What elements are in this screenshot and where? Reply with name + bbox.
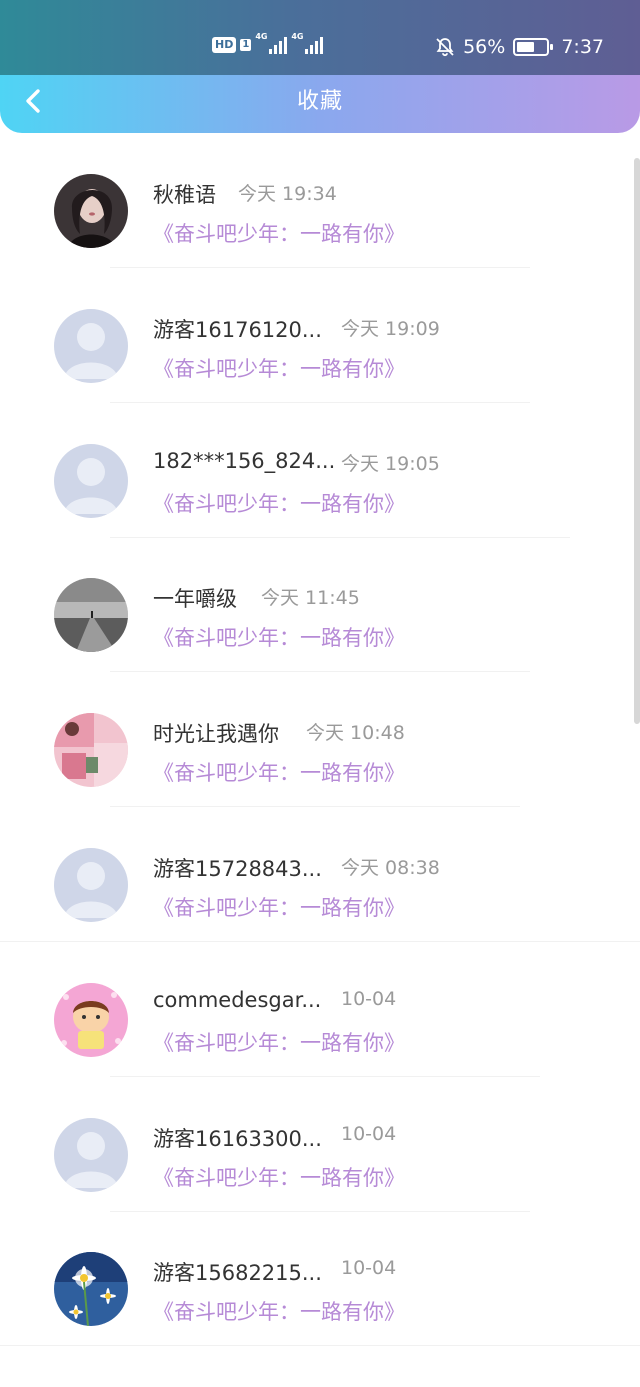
show-title: 《奋斗吧少年：一路有你》 xyxy=(153,626,405,651)
sim-badge: 1 xyxy=(240,39,252,51)
favorites-list: 秋稚语 今天 19:34 《奋斗吧少年：一路有你》 游客16176120... … xyxy=(0,148,640,1361)
default-avatar-icon xyxy=(64,1131,118,1188)
avatar xyxy=(54,308,128,383)
list-item[interactable]: 182***156_824... 今天 19:05 《奋斗吧少年：一路有你》 xyxy=(0,418,640,553)
show-title: 《奋斗吧少年：一路有你》 xyxy=(153,356,405,381)
list-item[interactable]: 游客16176120... 今天 19:09 《奋斗吧少年：一路有你》 xyxy=(0,283,640,418)
show-title: 《奋斗吧少年：一路有你》 xyxy=(153,1300,405,1325)
user-name: 游客16163300... xyxy=(153,1126,322,1151)
timestamp: 10-04 xyxy=(341,1257,397,1280)
list-item[interactable]: 一年嚼级 今天 11:45 《奋斗吧少年：一路有你》 xyxy=(0,552,640,687)
divider xyxy=(110,401,530,403)
user-name: 游客15682215... xyxy=(153,1261,322,1286)
show-title: 《奋斗吧少年：一路有你》 xyxy=(153,491,405,516)
user-name: commedesgar... xyxy=(153,987,322,1012)
list-item[interactable]: 游客15682215... 10-04 《奋斗吧少年：一路有你》 xyxy=(0,1226,640,1361)
bell-off-icon xyxy=(436,38,454,57)
default-avatar-icon xyxy=(64,457,118,514)
avatar xyxy=(54,1252,128,1327)
user-name: 秋稚语 xyxy=(153,183,216,207)
default-avatar-icon xyxy=(64,322,118,379)
divider xyxy=(0,1345,640,1347)
battery-percent: 56% xyxy=(463,36,506,58)
timestamp: 10-04 xyxy=(341,1122,397,1145)
list-item[interactable]: 游客16163300... 10-04 《奋斗吧少年：一路有你》 xyxy=(0,1092,640,1227)
status-system: 56% 7:37 xyxy=(435,36,604,58)
show-title: 《奋斗吧少年：一路有你》 xyxy=(153,1030,405,1055)
user-name: 时光让我遇你 xyxy=(153,722,279,747)
divider xyxy=(110,671,530,673)
user-name: 一年嚼级 xyxy=(153,587,237,612)
list-item[interactable]: 时光让我遇你 今天 10:48 《奋斗吧少年：一路有你》 xyxy=(0,687,640,822)
user-name: 游客15728843... xyxy=(153,856,322,881)
avatar xyxy=(54,1117,128,1192)
avatar xyxy=(54,847,128,922)
divider xyxy=(110,1075,540,1077)
timestamp: 今天 11:45 xyxy=(261,587,360,610)
list-item[interactable]: 游客15728843... 今天 08:38 《奋斗吧少年：一路有你》 xyxy=(0,822,640,957)
timestamp: 今天 19:09 xyxy=(341,317,440,340)
show-title: 《奋斗吧少年：一路有你》 xyxy=(153,895,405,920)
divider xyxy=(110,806,520,808)
avatar xyxy=(54,443,128,518)
timestamp: 10-04 xyxy=(341,987,397,1010)
default-avatar-icon xyxy=(64,861,118,918)
status-network: HD 1 4G 4G xyxy=(212,32,324,54)
avatar xyxy=(54,578,128,653)
avatar xyxy=(54,982,128,1057)
user-name: 游客16176120... xyxy=(153,317,322,342)
network-type-label: 4G xyxy=(291,32,304,41)
show-title: 《奋斗吧少年：一路有你》 xyxy=(153,222,405,246)
network-type-label: 4G xyxy=(255,32,268,41)
divider xyxy=(0,940,640,942)
list-item[interactable]: 秋稚语 今天 19:34 《奋斗吧少年：一路有你》 xyxy=(0,148,640,283)
divider xyxy=(110,536,570,538)
page-title: 收藏 xyxy=(296,89,343,114)
timestamp: 今天 10:48 xyxy=(306,722,405,745)
list-item[interactable]: commedesgar... 10-04 《奋斗吧少年：一路有你》 xyxy=(0,957,640,1092)
user-name: 182***156_824... xyxy=(153,448,336,473)
scrollbar[interactable] xyxy=(634,158,640,724)
timestamp: 今天 19:05 xyxy=(341,452,440,475)
status-bar: HD 1 4G 4G 56% 7:37 xyxy=(0,0,640,75)
show-title: 《奋斗吧少年：一路有你》 xyxy=(153,1165,405,1190)
hd-badge: HD xyxy=(212,37,237,53)
avatar xyxy=(54,174,128,248)
header-bar: 收藏 xyxy=(0,75,640,133)
show-title: 《奋斗吧少年：一路有你》 xyxy=(153,761,405,786)
timestamp: 今天 08:38 xyxy=(341,856,440,879)
avatar xyxy=(54,713,128,788)
timestamp: 今天 19:34 xyxy=(238,183,337,205)
signal-icon: 4G xyxy=(255,32,288,54)
divider xyxy=(110,267,530,268)
clock: 7:37 xyxy=(561,36,604,58)
signal-icon: 4G xyxy=(291,32,324,54)
divider xyxy=(110,1210,530,1212)
battery-icon xyxy=(513,38,554,56)
